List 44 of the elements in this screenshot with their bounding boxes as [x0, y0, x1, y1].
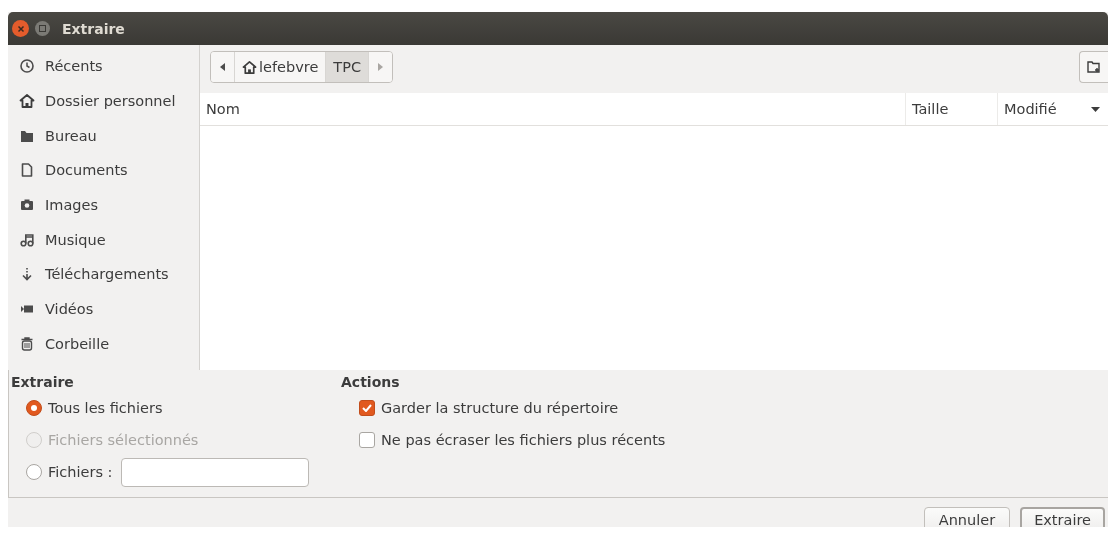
- sidebar-item[interactable]: Téléchargements: [45, 266, 169, 283]
- sidebar-item[interactable]: Vidéos: [45, 301, 94, 318]
- column-header[interactable]: Modifié: [997, 93, 1108, 125]
- left-arrow-icon: [220, 63, 225, 71]
- back-button[interactable]: [211, 52, 235, 82]
- checkbox-label: Ne pas écraser les fichiers plus récents: [381, 432, 666, 448]
- section-heading: Actions: [340, 374, 401, 392]
- sidebar-item[interactable]: Dossier personnel: [45, 93, 176, 110]
- new-folder-button[interactable]: [1079, 51, 1108, 83]
- radio-button[interactable]: [26, 400, 42, 416]
- extract-button[interactable]: Extraire: [1020, 507, 1105, 527]
- right-arrow-icon: [378, 63, 384, 71]
- music-note-icon: [19, 231, 35, 248]
- checkbox-label: Garder la structure du répertoire: [381, 400, 619, 416]
- sidebar-item[interactable]: Bureau: [45, 127, 97, 144]
- maximize-button[interactable]: [35, 21, 50, 36]
- house-icon: [19, 93, 35, 110]
- window-title: Extraire: [62, 20, 125, 37]
- cancel-button[interactable]: Annuler: [923, 507, 1011, 527]
- radio-label: Fichiers :: [48, 464, 113, 480]
- clock-icon: [19, 58, 35, 75]
- sidebar-item[interactable]: Images: [45, 197, 98, 214]
- sidebar-item[interactable]: Documents: [45, 162, 128, 179]
- checkbox[interactable]: [359, 432, 375, 448]
- section-heading: Extraire: [10, 374, 75, 392]
- close-icon: [16, 24, 25, 33]
- sidebar-item[interactable]: Musique: [45, 231, 106, 248]
- close-button[interactable]: [12, 20, 29, 37]
- sidebar-item[interactable]: Corbeille: [45, 335, 110, 352]
- checkbox[interactable]: [359, 400, 375, 416]
- trash-icon: [19, 335, 35, 352]
- checkmark-icon: [362, 404, 372, 412]
- new-folder-icon: [1087, 60, 1101, 74]
- column-header[interactable]: Nom: [200, 93, 905, 125]
- maximize-icon: [39, 25, 46, 32]
- input-field[interactable]: [121, 457, 310, 487]
- radio-label: Tous les fichiers: [48, 400, 163, 416]
- document-icon: [19, 162, 35, 179]
- radio-label: Fichiers sélectionnés: [48, 432, 199, 448]
- path-segment[interactable]: TPC: [326, 52, 370, 82]
- house-icon: [242, 59, 257, 75]
- sidebar-item[interactable]: Récents: [45, 58, 103, 75]
- column-header[interactable]: Taille: [905, 93, 997, 125]
- radio-button[interactable]: [26, 464, 42, 480]
